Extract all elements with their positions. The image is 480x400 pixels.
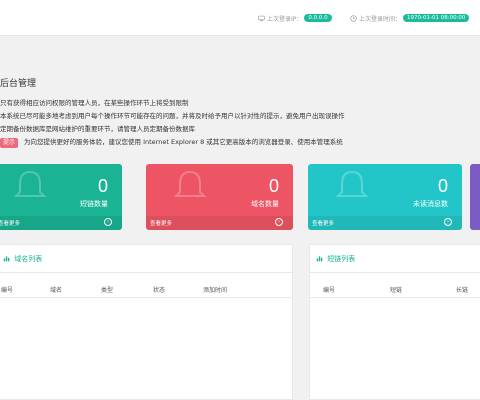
- bell-icon: [173, 170, 207, 197]
- card-footer[interactable]: 查看更多 ›: [0, 216, 122, 230]
- last-login-ip: 上次登录IP： 0.0.0.0: [258, 12, 332, 24]
- column-header: 编号: [1, 287, 14, 294]
- page-title: 后台管理: [0, 79, 37, 89]
- top-bar: 上次登录IP： 0.0.0.0 上次登录时间： 1970-01-01 08:00…: [0, 0, 480, 36]
- view-more-link[interactable]: 查看更多: [312, 219, 334, 227]
- tip-text: 为向您提供更好的服务体验，建议您使用 Internet Explorer 8 或…: [24, 138, 343, 146]
- card-value: 0: [97, 176, 108, 196]
- view-more-link[interactable]: 查看更多: [0, 219, 20, 227]
- last-login-time-label: 上次登录时间：: [359, 15, 402, 23]
- card-footer[interactable]: 查看更多 ›: [146, 216, 293, 230]
- card-label: 域名数量: [251, 200, 279, 208]
- card-value: 0: [268, 176, 279, 196]
- bell-icon: [335, 170, 369, 197]
- clock-icon: [350, 14, 357, 22]
- card-footer[interactable]: 查看更多 ›: [308, 216, 462, 230]
- view-more-link[interactable]: 查看更多: [150, 219, 172, 227]
- bar-chart-icon: [3, 256, 10, 262]
- table-header: 编号 域名 类型 状态 添加时间: [0, 285, 292, 295]
- notice-line: 本系统已尽可能多地考虑到用户每个操作环节可能存在的问题，并将及时给予用户以针对性…: [0, 112, 345, 120]
- bell-icon: [13, 170, 47, 197]
- column-header: 添加时间: [203, 287, 228, 294]
- divider: [0, 297, 292, 298]
- last-login-ip-label: 上次登录IP：: [267, 15, 303, 23]
- bar-chart-icon: [316, 256, 323, 262]
- divider: [310, 297, 480, 298]
- column-header: 状态: [153, 287, 166, 294]
- notice-line: 定期备份数据库是网站维护的重要环节，请管理人员定期备份数据库: [0, 125, 195, 133]
- column-header: 类型: [101, 287, 114, 294]
- panel-title: 短链列表: [327, 255, 356, 263]
- arrow-right-icon[interactable]: ›: [444, 218, 452, 226]
- panel-title: 域名列表: [14, 255, 43, 263]
- welcome-notice: 后台管理 只有获得相应访问权限的管理人员，在某些操作环节上将受到限制 本系统已尽…: [0, 64, 480, 154]
- last-login-time-badge: 1970-01-01 08:00:00: [403, 14, 470, 22]
- last-login-time: 上次登录时间： 1970-01-01 08:00:00: [350, 12, 470, 24]
- arrow-right-icon[interactable]: ›: [104, 218, 112, 226]
- notice-line: 只有获得相应访问权限的管理人员，在某些操作环节上将受到限制: [0, 99, 189, 107]
- domain-list-panel: 域名列表 编号 域名 类型 状态 添加时间: [0, 244, 293, 400]
- monitor-icon: [258, 15, 265, 21]
- last-login-ip-badge: 0.0.0.0: [304, 14, 332, 22]
- notice-tip: 提示 为向您提供更好的服务体验，建议您使用 Internet Explorer 8…: [0, 136, 480, 149]
- table-header: 编号 短链 长链: [310, 285, 480, 295]
- extra-stat-card[interactable]: [470, 164, 480, 230]
- card-label: 未读消息数: [413, 200, 448, 208]
- column-header: 短链: [390, 287, 403, 294]
- card-label: 短链数量: [80, 200, 108, 208]
- shortlink-count-card[interactable]: 0 短链数量 查看更多 ›: [0, 164, 122, 230]
- tip-tag: 提示: [0, 138, 19, 148]
- panel-header: 短链列表: [310, 245, 480, 273]
- column-header: 长链: [456, 287, 469, 294]
- unread-message-card[interactable]: 0 未读消息数 查看更多 ›: [308, 164, 462, 230]
- column-header: 编号: [323, 287, 336, 294]
- arrow-right-icon[interactable]: ›: [275, 218, 283, 226]
- domain-count-card[interactable]: 0 域名数量 查看更多 ›: [146, 164, 293, 230]
- shortlink-list-panel: 短链列表 编号 短链 长链: [309, 244, 480, 400]
- card-value: 0: [437, 176, 448, 196]
- column-header: 域名: [50, 287, 63, 294]
- panel-header: 域名列表: [0, 245, 292, 273]
